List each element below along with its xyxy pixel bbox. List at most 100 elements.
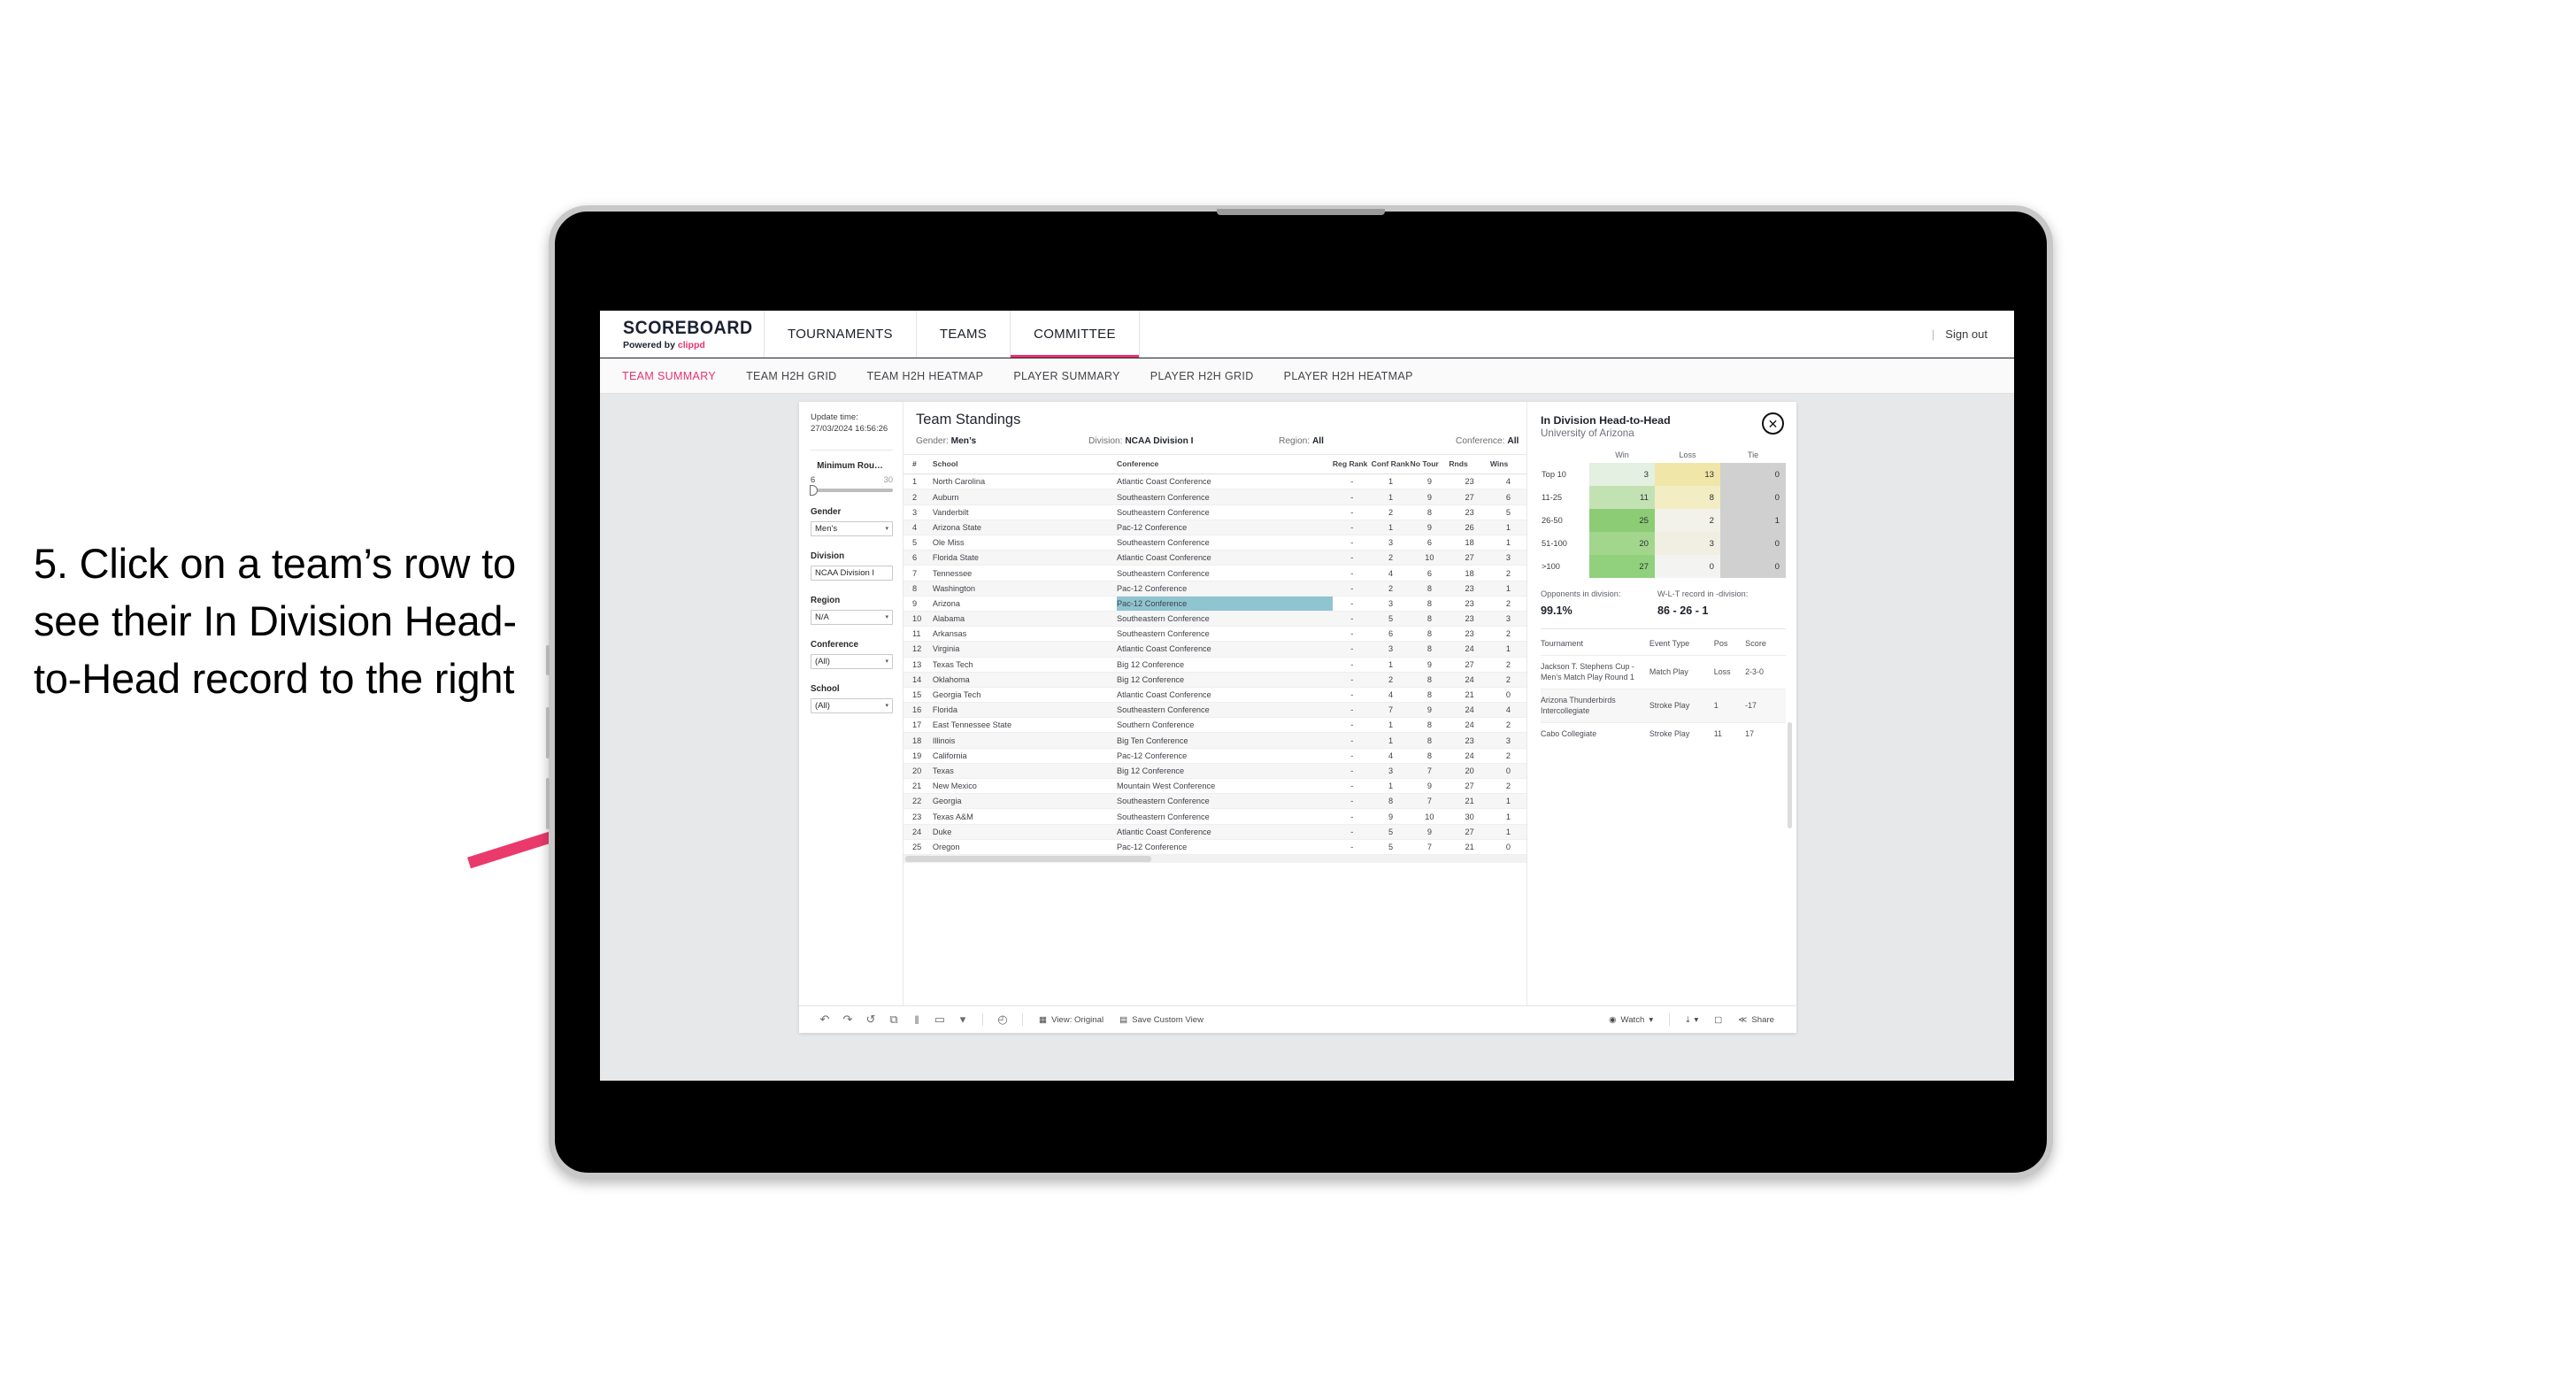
undo-icon[interactable]: ↶ (813, 1013, 836, 1027)
tournament-scrollbar[interactable] (1788, 722, 1792, 828)
toolbar-divider (982, 1013, 983, 1026)
save-custom-view-button[interactable]: ▤ Save Custom View (1111, 1015, 1211, 1025)
table-row[interactable]: 21 New Mexico Mountain West Conference -1 9 2… (904, 778, 1526, 795)
table-row[interactable]: 24 Duke Atlantic Coast Conference -5 9 27 1 (904, 824, 1526, 840)
cell-conf-rank: 9 (1371, 808, 1411, 825)
table-row[interactable]: 13 Texas Tech Big 12 Conference -1 9 27 2 (904, 657, 1526, 673)
filter-sidebar: Update time: 27/03/2024 16:56:26 Minimum… (799, 402, 904, 1005)
nav-teams[interactable]: TEAMS (917, 311, 1011, 358)
col-school[interactable]: School (932, 455, 1118, 475)
tournament-row[interactable]: Cabo Collegiate Stroke Play 11 17 (1541, 722, 1786, 746)
table-row[interactable]: 12 Virginia Atlantic Coast Conference -3 8 24… (904, 641, 1526, 658)
meta-gender: Gender: Men’s (916, 436, 977, 446)
signout-link[interactable]: Sign out (1945, 327, 1988, 341)
table-row[interactable]: 25 Oregon Pac-12 Conference -5 7 21 0 (904, 839, 1526, 855)
chevron-down-icon: ▾ (1649, 1014, 1654, 1025)
redo-icon[interactable]: ↷ (836, 1013, 859, 1027)
close-icon[interactable]: ✕ (1762, 412, 1784, 435)
filter-minimum-rounds: Minimum Rou… 6 30 (810, 461, 893, 496)
chevron-down-icon[interactable]: ▾ (951, 1013, 974, 1027)
table-row[interactable]: 14 Oklahoma Big 12 Conference -2 8 24 2 (904, 672, 1526, 688)
tab-player-h2h-heatmap[interactable]: PLAYER H2H HEATMAP (1284, 370, 1413, 382)
cell-no-tour: 8 (1410, 748, 1449, 764)
table-row[interactable]: 4 Arizona State Pac-12 Conference -1 9 26 1 (904, 520, 1526, 536)
cell-conference: Atlantic Coast Conference (1117, 687, 1333, 704)
cell-wins: 3 (1489, 732, 1526, 749)
device-preview-button[interactable]: ▢ (1706, 1015, 1730, 1025)
table-row[interactable]: 9 Arizona Pac-12 Conference -3 8 23 2 (904, 596, 1526, 612)
col-wins[interactable]: Wins (1489, 455, 1526, 475)
cell-no-tour: 9 (1410, 474, 1449, 490)
share-button[interactable]: ≪ Share (1730, 1015, 1782, 1025)
table-row[interactable]: 10 Alabama Southeastern Conference -5 8 23 3 (904, 611, 1526, 628)
slider-handle[interactable] (810, 484, 818, 496)
rectangle-select-icon[interactable]: ▭ (928, 1013, 951, 1027)
refresh-icon[interactable]: ⧉ (882, 1013, 905, 1027)
table-row[interactable]: 3 Vanderbilt Southeastern Conference -2 8 23 5 (904, 504, 1526, 520)
cell-conference: Atlantic Coast Conference (1117, 824, 1333, 840)
table-row[interactable]: 1 North Carolina Atlantic Coast Conference… (904, 474, 1526, 490)
col-conf-rank[interactable]: Conf Rank (1371, 455, 1411, 475)
rounds-slider[interactable] (810, 484, 893, 496)
col-rnds[interactable]: Rnds (1449, 455, 1490, 475)
conference-select[interactable]: (All) ▾ (811, 653, 893, 669)
clock-icon[interactable]: ◴ (991, 1013, 1014, 1027)
screenshot-canvas: 5. Click on a team’s row to see their In… (0, 0, 2576, 1386)
revert-icon[interactable]: ↺ (859, 1013, 882, 1027)
col-reg-rank[interactable]: Reg Rank (1332, 455, 1372, 475)
cell-school: Florida State (932, 550, 1118, 566)
school-select[interactable]: (All) ▾ (811, 697, 893, 713)
cell-rnds: 24 (1449, 748, 1490, 764)
dashboard-body: Update time: 27/03/2024 16:56:26 Minimum… (799, 402, 1796, 1005)
region-select[interactable]: N/A ▾ (811, 609, 893, 625)
table-row[interactable]: 23 Texas A&M Southeastern Conference -9 10 30… (904, 808, 1526, 825)
tournament-row[interactable]: Arizona Thunderbirds Intercollegiate Stro… (1541, 689, 1786, 723)
table-row[interactable]: 11 Arkansas Southeastern Conference -6 8 23 2 (904, 626, 1526, 643)
table-row[interactable]: 18 Illinois Big Ten Conference -1 8 23 3 (904, 732, 1526, 749)
tournament-row[interactable]: Jackson T. Stephens Cup - Men’s Match Pl… (1541, 654, 1786, 689)
col-rank[interactable]: # (904, 455, 933, 475)
tab-team-h2h-heatmap[interactable]: TEAM H2H HEATMAP (867, 370, 984, 382)
table-row[interactable]: 5 Ole Miss Southeastern Conference -3 6 18 1 (904, 535, 1526, 551)
cell-conference: Mountain West Conference (1117, 778, 1333, 795)
tablet-volume-up-button (546, 707, 550, 758)
table-row[interactable]: 8 Washington Pac-12 Conference -2 8 23 1 (904, 581, 1526, 597)
table-row[interactable]: 2 Auburn Southeastern Conference -1 9 27 6 (904, 489, 1526, 505)
conference-label: Conference (811, 639, 858, 650)
brand-logo[interactable]: SCOREBOARD Powered by clippd (600, 311, 765, 358)
table-row[interactable]: 7 Tennessee Southeastern Conference -4 6 18 2 (904, 565, 1526, 581)
table-row[interactable]: 6 Florida State Atlantic Coast Conference -… (904, 550, 1526, 566)
filter-gender: Gender Men’s ▾ (811, 507, 893, 536)
table-row[interactable]: 15 Georgia Tech Atlantic Coast Conference -… (904, 687, 1526, 704)
table-row[interactable]: 16 Florida Southeastern Conference -7 9 24 4 (904, 702, 1526, 719)
col-conference[interactable]: Conference (1117, 455, 1333, 475)
scrollbar-thumb[interactable] (905, 855, 1151, 862)
cell-conference: Southeastern Conference (1117, 489, 1333, 505)
cell-reg-rank: - (1332, 672, 1372, 688)
cell-school: California (932, 748, 1118, 764)
pause-icon[interactable]: ‖ (905, 1013, 928, 1027)
watch-button[interactable]: ◉ Watch ▾ (1601, 1015, 1661, 1025)
download-button[interactable]: ⤓ ▾ (1678, 1015, 1706, 1025)
cell-conf-rank: 2 (1371, 672, 1411, 688)
filter-conference: Conference (All) ▾ (811, 640, 893, 669)
cell-school: Auburn (932, 489, 1118, 505)
cell-conf-rank: 1 (1371, 520, 1411, 536)
table-row[interactable]: 20 Texas Big 12 Conference -3 7 20 0 (904, 763, 1526, 780)
gender-select[interactable]: Men’s ▾ (811, 520, 893, 536)
col-no-tour[interactable]: No Tour (1410, 455, 1449, 475)
division-select[interactable]: NCAA Division I (811, 565, 893, 581)
table-row[interactable]: 19 California Pac-12 Conference -4 8 24 2 (904, 748, 1526, 764)
table-row[interactable]: 22 Georgia Southeastern Conference -8 7 21 1 (904, 793, 1526, 810)
nav-tournaments[interactable]: TOURNAMENTS (765, 311, 917, 358)
tab-player-summary[interactable]: PLAYER SUMMARY (1013, 370, 1119, 382)
tab-team-h2h-grid[interactable]: TEAM H2H GRID (746, 370, 836, 382)
tab-player-h2h-grid[interactable]: PLAYER H2H GRID (1150, 370, 1254, 382)
table-row[interactable]: 17 East Tennessee State Southern Conferenc… (904, 717, 1526, 734)
view-label: View: Original (1051, 1014, 1104, 1025)
view-original-button[interactable]: ▦ View: Original (1031, 1015, 1111, 1025)
horizontal-scrollbar[interactable] (904, 854, 1526, 863)
nav-committee[interactable]: COMMITTEE (1011, 311, 1140, 358)
h2h-tie-cell: 1 (1720, 509, 1786, 532)
tab-team-summary[interactable]: TEAM SUMMARY (622, 370, 716, 382)
